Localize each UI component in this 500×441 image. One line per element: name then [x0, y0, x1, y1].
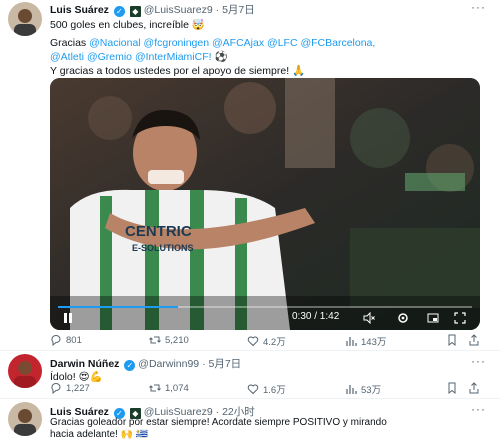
like-count: 4.2万 [263, 337, 286, 348]
views-chart-icon [346, 385, 357, 394]
reply-icon [51, 383, 61, 394]
retweet-count: 5,210 [165, 334, 189, 346]
mention-link[interactable]: @Atleti [50, 51, 84, 63]
tweet-date[interactable]: 5月7日 [208, 358, 241, 370]
mention-link[interactable]: @AFCAjax [212, 37, 264, 49]
retweet-count: 1,074 [165, 382, 189, 394]
tweet-text-line3: Y gracias a todos ustedes por el apoyo d… [50, 65, 306, 77]
author-name[interactable]: Luis Suárez [50, 4, 109, 16]
fullscreen-icon[interactable] [454, 312, 466, 327]
avatar[interactable] [8, 402, 42, 436]
gracias-text: Gracias [50, 37, 87, 49]
picture-in-picture-icon[interactable] [427, 312, 439, 327]
shirt-sponsor-text: CENTRIC [125, 223, 192, 240]
bookmark-button[interactable] [446, 382, 458, 394]
shirt-sponsor-subtext: E-SOLUTIONS [132, 243, 194, 253]
reply-button[interactable]: 1,227 [50, 382, 90, 394]
share-button[interactable] [468, 382, 480, 394]
bookmark-icon [448, 334, 456, 346]
share-button[interactable] [468, 334, 480, 346]
reply-icon [51, 335, 61, 346]
heart-icon [247, 384, 259, 395]
bookmark-icon [448, 382, 456, 394]
share-icon [469, 334, 479, 346]
mention-link[interactable]: @LFC [267, 37, 298, 49]
views-button[interactable]: 53万 [345, 382, 381, 396]
mention-link[interactable]: @Gremio [87, 51, 132, 63]
view-count: 143万 [361, 337, 387, 348]
author-handle[interactable]: @LuisSuarez9 [144, 4, 213, 16]
tweet-luis-reply[interactable]: Luis Suárez ✓ ◆ @LuisSuarez9 · 22小时 ··· … [0, 400, 500, 440]
divider [0, 350, 500, 351]
affiliation-badge-icon[interactable]: ◆ [129, 6, 141, 17]
like-button[interactable]: 1.6万 [247, 382, 286, 396]
author-handle[interactable]: @Darwinn99 [138, 358, 199, 370]
verified-badge-icon: ✓ [113, 6, 125, 17]
tweet-text-mentions: Gracias @Nacional @fcgroningen @AFCAjax … [50, 36, 486, 64]
view-count: 53万 [361, 385, 382, 396]
football-emoji: ⚽ [214, 51, 228, 63]
avatar[interactable] [8, 354, 42, 388]
mention-link[interactable]: @FCBarcelona, [300, 37, 375, 49]
share-icon [469, 382, 479, 394]
retweet-icon [149, 384, 161, 392]
tweet-text-line2: hacia adelante! 🙌 🇺🇾 [50, 429, 149, 440]
video-progress-bar[interactable] [58, 306, 472, 308]
tweet-date[interactable]: 5月7日 [222, 4, 255, 16]
pause-icon[interactable] [62, 312, 74, 327]
settings-gear-icon[interactable] [397, 312, 409, 327]
mention-link[interactable]: @fcgroningen [144, 37, 210, 49]
more-options-icon[interactable]: ··· [471, 402, 486, 416]
volume-muted-icon[interactable] [363, 311, 375, 327]
video-time: 0:30 / 1:42 [292, 311, 340, 322]
video-frame: CENTRIC E-SOLUTIONS [50, 78, 480, 330]
like-count: 1.6万 [263, 385, 286, 396]
video-controls: 0:30 / 1:42 [50, 306, 480, 330]
tweet-actions: 801 5,210 4.2万 143万 [50, 334, 486, 348]
separator-dot: · [215, 4, 220, 16]
retweet-icon [149, 336, 161, 344]
reply-button[interactable]: 801 [50, 334, 82, 346]
more-options-icon[interactable]: ··· [471, 0, 486, 14]
views-button[interactable]: 143万 [345, 334, 386, 348]
mention-link[interactable]: @Nacional [89, 37, 141, 49]
retweet-button[interactable]: 5,210 [149, 334, 189, 346]
divider [0, 398, 500, 399]
heart-icon [247, 336, 259, 347]
like-button[interactable]: 4.2万 [247, 334, 286, 348]
more-options-icon[interactable]: ··· [471, 354, 486, 368]
mention-link[interactable]: @InterMiamiCF! [135, 51, 212, 63]
tweet-text: Gracias goleador por estar siempre! Acor… [50, 417, 486, 441]
tweet-text-line1: 500 goles en clubes, increíble 🤯 [50, 19, 205, 31]
video-player[interactable]: CENTRIC E-SOLUTIONS 0:30 / 1:42 [50, 78, 480, 330]
tweet-header: Darwin Núñez ✓ @Darwinn99 · 5月7日 [50, 356, 241, 371]
tweet-actions: 1,227 1,074 1.6万 53万 [50, 382, 486, 396]
tweet-darwin-reply[interactable]: Darwin Núñez ✓ @Darwinn99 · 5月7日 ··· Ído… [0, 352, 500, 398]
retweet-button[interactable]: 1,074 [149, 382, 189, 394]
bookmark-button[interactable] [446, 334, 458, 346]
separator-dot: · [202, 358, 206, 370]
reply-count: 801 [66, 334, 82, 346]
reply-count: 1,227 [66, 382, 90, 394]
avatar[interactable] [8, 2, 42, 36]
tweet-luis-500-goals[interactable]: Luis Suárez ✓ ◆ @LuisSuarez9 · 5月7日 ··· … [0, 0, 500, 352]
tweet-header: Luis Suárez ✓ ◆ @LuisSuarez9 · 5月7日 [50, 2, 255, 17]
tweet-text-line1: Gracias goleador por estar siempre! Acor… [50, 417, 387, 428]
views-chart-icon [346, 337, 357, 346]
author-name[interactable]: Darwin Núñez [50, 358, 119, 370]
